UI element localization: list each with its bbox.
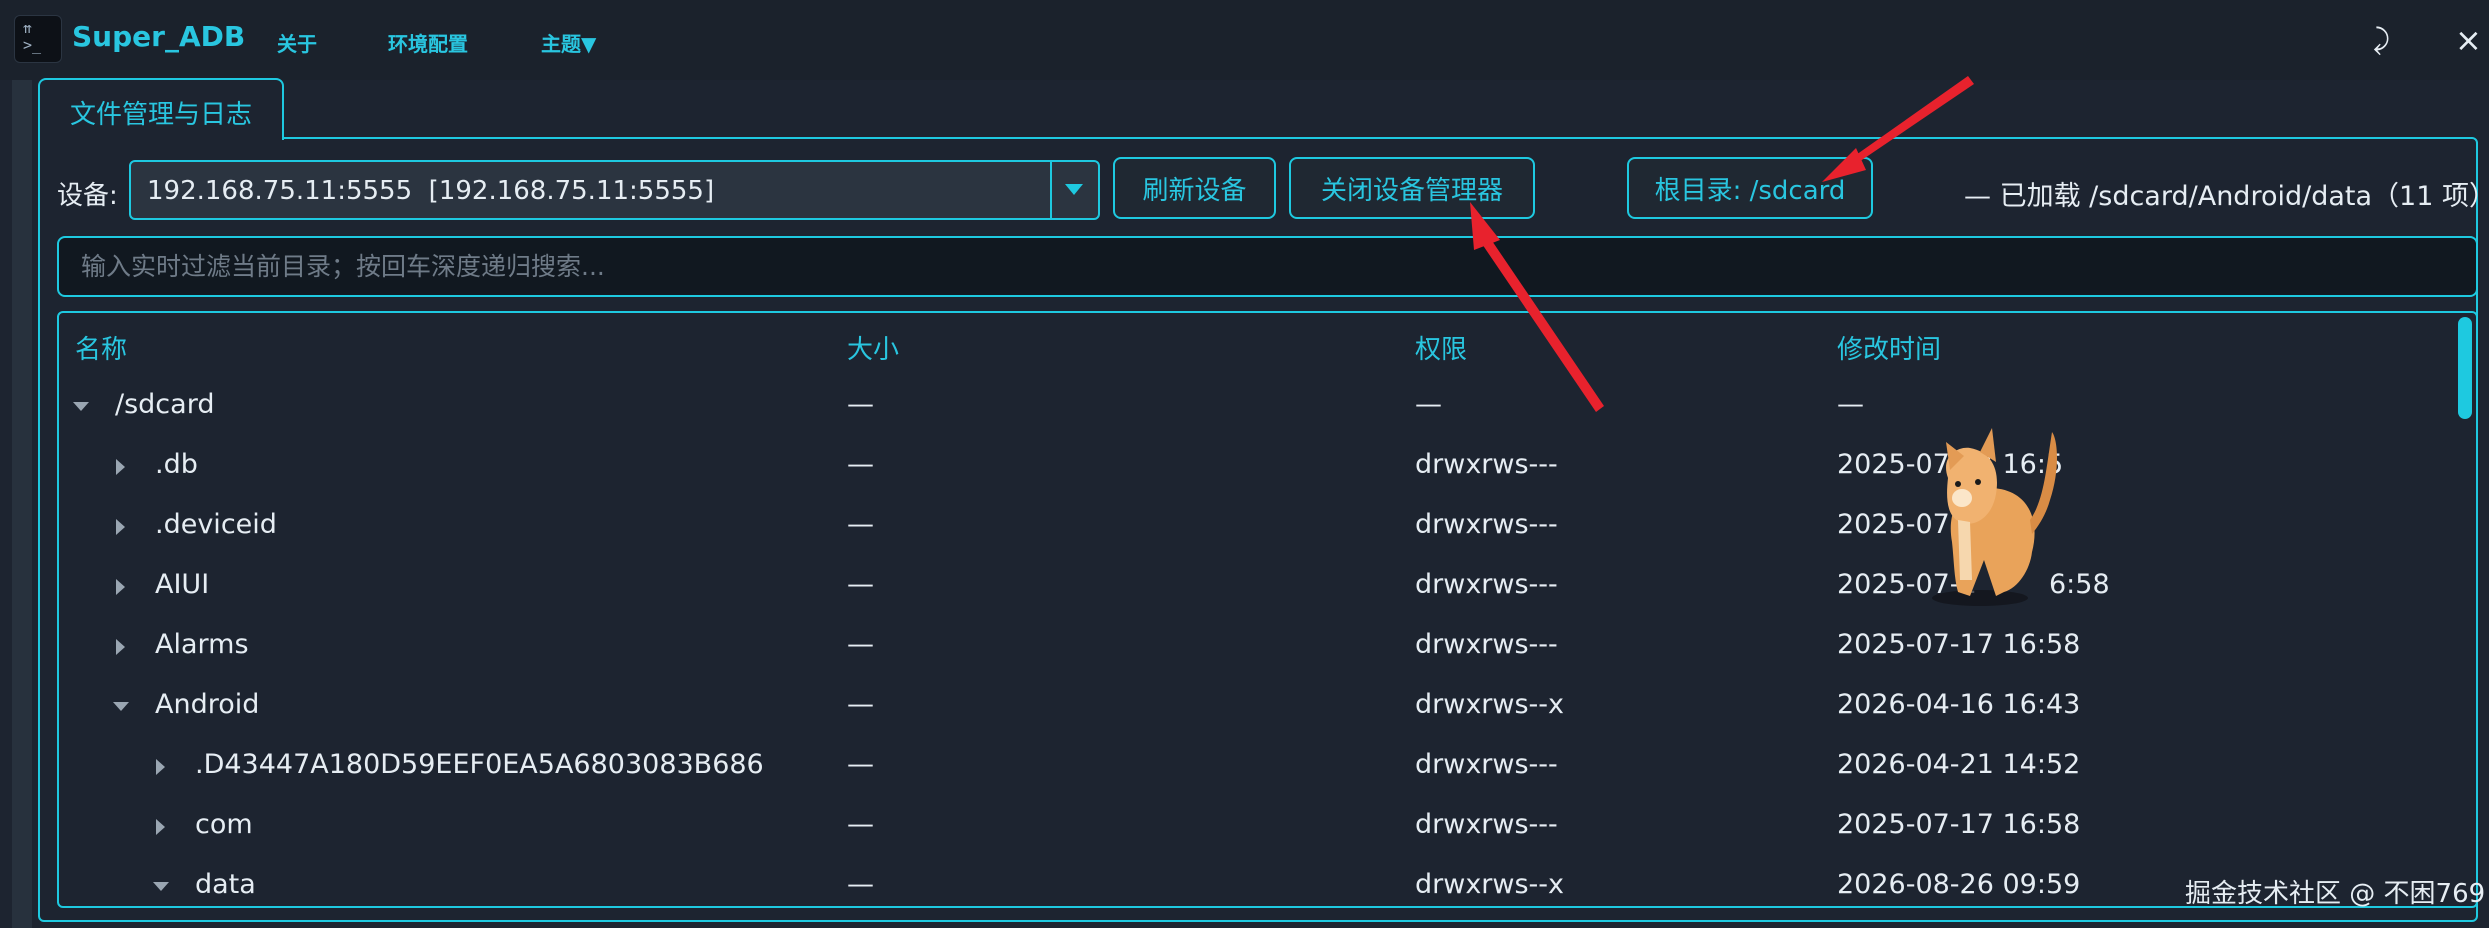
cell-size: — [847, 749, 874, 780]
chevron-down-icon[interactable] [1050, 162, 1098, 218]
column-header-size[interactable]: 大小 [847, 329, 899, 366]
caret-right-icon[interactable] [116, 639, 125, 655]
app-icon-glyph: ⇈ >_ [23, 19, 42, 54]
device-select[interactable]: 192.168.75.11:5555 [192.168.75.11:5555] [129, 160, 1100, 220]
cell-modified: 2025-07-17 16:58 [1837, 809, 2081, 840]
table-row[interactable]: data — drwxrws--x 2026-08-26 09:59 [59, 857, 2439, 906]
cell-size: — [847, 689, 874, 720]
status-text: — 已加载 /sdcard/Android/data（11 项） [1964, 181, 2489, 212]
pin-icon[interactable]: ⤸ [2373, 20, 2390, 60]
cell-permission: drwxrws--- [1415, 629, 1558, 660]
cell-modified: 2026-04-21 14:52 [1837, 749, 2081, 780]
cell-size: — [847, 449, 874, 480]
cell-size: — [847, 809, 874, 840]
side-rail [12, 80, 32, 928]
cell-permission: drwxrws--- [1415, 449, 1558, 480]
close-icon[interactable]: × [2455, 20, 2482, 60]
caret-right-icon[interactable] [116, 459, 125, 475]
table-row[interactable]: .deviceid — drwxrws--- 2025-07-1 [59, 497, 2439, 557]
file-tree: 名称 大小 权限 修改时间 /sdcard — — — .db — drwxrws--- 20… [57, 311, 2478, 908]
table-row[interactable]: com — drwxrws--- 2025-07-17 16:58 [59, 797, 2439, 857]
cell-name: com [195, 809, 253, 840]
cell-permission: drwxrws--- [1415, 569, 1558, 600]
cell-modified-tail: 6:58 [2049, 569, 2110, 600]
caret-right-icon[interactable] [116, 579, 125, 595]
cell-modified: 2025-07-1 [1837, 509, 1977, 540]
tab-file-manager[interactable]: 文件管理与日志 [38, 78, 284, 140]
caret-right-icon[interactable] [156, 819, 165, 835]
cell-modified: 2025-07-1 [1837, 569, 1977, 600]
cell-permission: drwxrws--- [1415, 509, 1558, 540]
cell-name: .db [155, 449, 198, 480]
menu-theme[interactable]: 主题▼ [541, 28, 596, 57]
watermark: 掘金技术社区 @ 不困769 [2185, 879, 2486, 909]
cell-modified: 2025-07-17 16:5 [1837, 449, 2064, 480]
cell-modified: 2025-07-17 16:58 [1837, 629, 2081, 660]
cell-size: — [847, 629, 874, 660]
cell-name: Android [155, 689, 260, 720]
cell-name: Alarms [155, 629, 249, 660]
caret-right-icon[interactable] [156, 759, 165, 775]
refresh-devices-button[interactable]: 刷新设备 [1113, 157, 1276, 219]
cell-permission: drwxrws--- [1415, 809, 1558, 840]
cell-permission: drwxrws--x [1415, 689, 1565, 720]
filter-input[interactable] [57, 236, 2478, 297]
table-row[interactable]: Alarms — drwxrws--- 2025-07-17 16:58 [59, 617, 2439, 677]
cell-size: — [847, 509, 874, 540]
root-directory-button[interactable]: 根目录: /sdcard [1627, 157, 1873, 219]
cell-size: — [847, 569, 874, 600]
cell-name: .D43447A180D59EEF0EA5A6803083B686 [195, 749, 764, 780]
caret-down-icon[interactable] [113, 702, 129, 711]
cell-name: /sdcard [115, 389, 215, 420]
device-select-value: 192.168.75.11:5555 [192.168.75.11:5555] [147, 176, 715, 206]
cell-permission: drwxrws--- [1415, 749, 1558, 780]
table-row[interactable]: /sdcard — — — [59, 377, 2439, 437]
table-row[interactable]: .db — drwxrws--- 2025-07-17 16:5 [59, 437, 2439, 497]
cell-size: — [847, 869, 874, 900]
scrollbar[interactable] [2456, 317, 2474, 903]
device-label: 设备: [57, 181, 118, 211]
app-title: Super_ADB [72, 20, 246, 53]
menu-about[interactable]: 关于 [277, 28, 317, 57]
cell-permission: — [1415, 389, 1442, 420]
column-header-permission[interactable]: 权限 [1415, 329, 1467, 366]
table-row[interactable]: .D43447A180D59EEF0EA5A6803083B686 — drwxrw… [59, 737, 2439, 797]
column-header-modified[interactable]: 修改时间 [1837, 329, 1941, 366]
column-header-name[interactable]: 名称 [75, 329, 127, 366]
cell-name: AIUI [155, 569, 210, 600]
cell-name: data [195, 869, 256, 900]
table-row[interactable]: Android — drwxrws--x 2026-04-16 16:43 [59, 677, 2439, 737]
caret-down-icon[interactable] [73, 402, 89, 411]
cell-permission: drwxrws--x [1415, 869, 1565, 900]
cell-name: .deviceid [155, 509, 277, 540]
caret-right-icon[interactable] [116, 519, 125, 535]
title-bar: ⇈ >_ Super_ADB 关于 环境配置 主题▼ ⤸ × [0, 0, 2489, 80]
table-row[interactable]: AIUI — drwxrws--- 2025-07-1 6:58 [59, 557, 2439, 617]
scrollbar-thumb[interactable] [2458, 317, 2472, 419]
caret-down-icon[interactable] [153, 882, 169, 891]
cell-modified: — [1837, 389, 1864, 420]
app-icon: ⇈ >_ [14, 15, 62, 63]
cell-modified: 2026-08-26 09:59 [1837, 869, 2081, 900]
tab-label: 文件管理与日志 [70, 100, 253, 130]
cell-modified: 2026-04-16 16:43 [1837, 689, 2081, 720]
close-device-manager-button[interactable]: 关闭设备管理器 [1289, 157, 1535, 219]
menu-env-config[interactable]: 环境配置 [388, 28, 468, 57]
cell-size: — [847, 389, 874, 420]
